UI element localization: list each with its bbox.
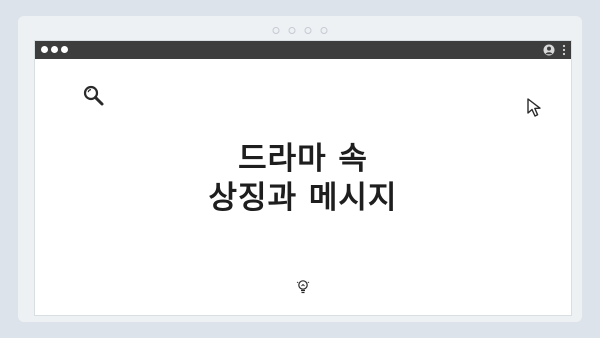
frame-dot: [320, 27, 328, 34]
browser-window: 드라마 속 상징과 메시지: [34, 40, 572, 316]
title-line-2: 상징과 메시지: [208, 179, 398, 216]
lightbulb-icon: [296, 280, 310, 294]
window-titlebar: [35, 41, 571, 59]
close-window-button[interactable]: [41, 46, 48, 53]
frame-dots: [272, 27, 328, 34]
window-controls: [41, 46, 68, 53]
frame-dot: [288, 27, 296, 34]
user-icon[interactable]: [543, 44, 555, 56]
frame-dot: [304, 27, 312, 34]
more-vertical-icon[interactable]: [562, 44, 566, 56]
frame-dot: [272, 27, 280, 34]
search-icon: [83, 85, 104, 106]
minimize-window-button[interactable]: [51, 46, 58, 53]
page-title: 드라마 속 상징과 메시지: [35, 140, 571, 218]
cursor-icon: [527, 98, 541, 117]
maximize-window-button[interactable]: [61, 46, 68, 53]
title-line-1: 드라마 속: [238, 140, 368, 177]
